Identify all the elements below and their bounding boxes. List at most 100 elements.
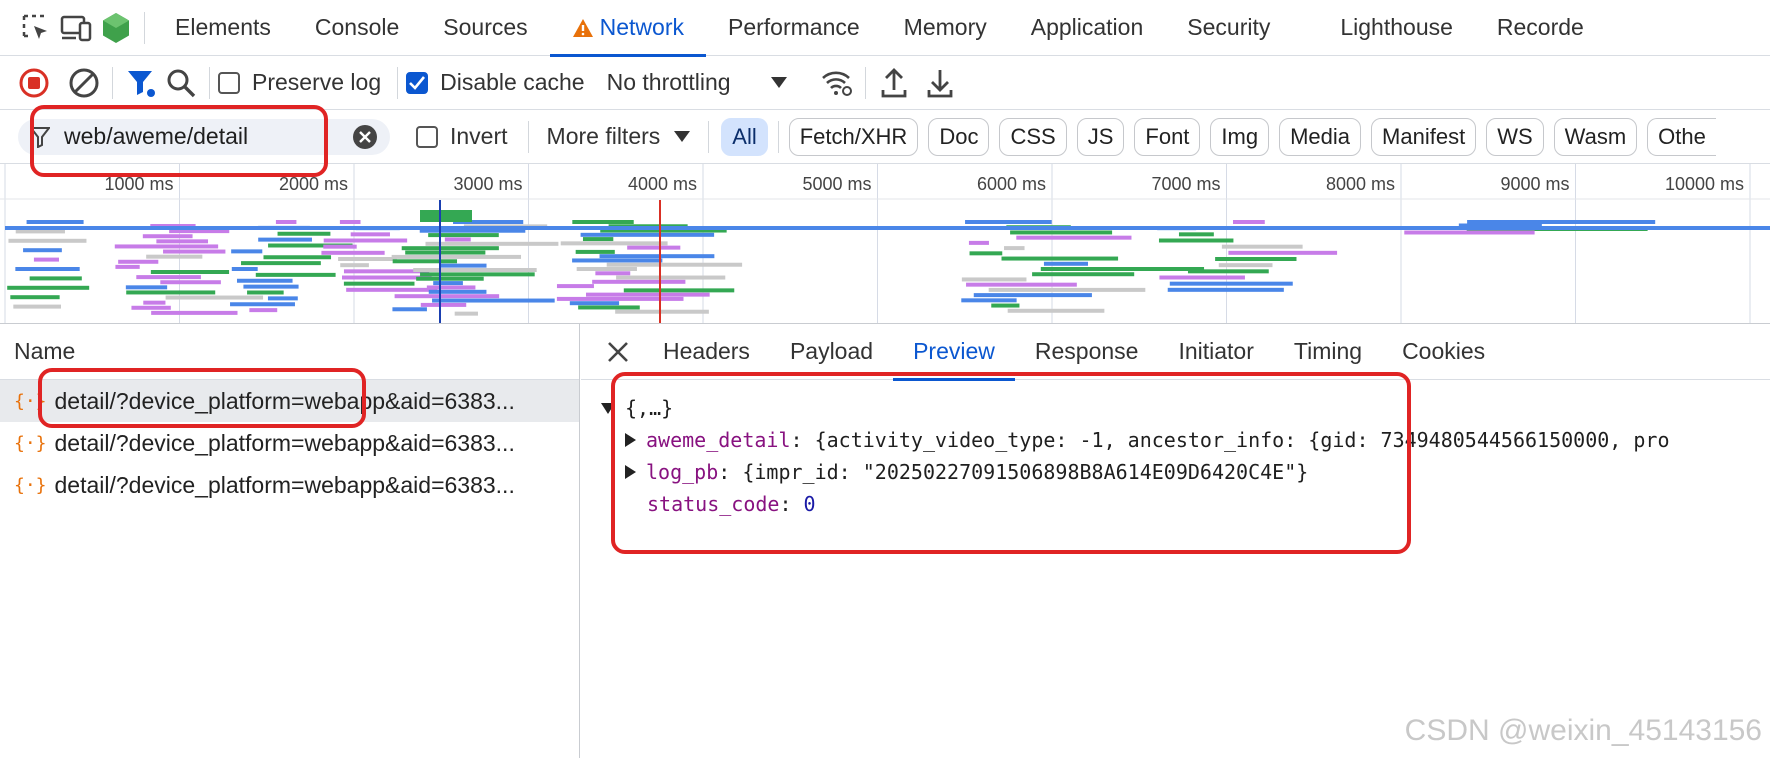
clear-filter-icon[interactable] [352,124,378,150]
filter-type-font[interactable]: Font [1134,117,1201,156]
tab-application[interactable]: Application [1009,0,1166,56]
filter-type-img[interactable]: Img [1210,117,1270,156]
network-conditions-icon[interactable] [817,63,857,103]
waterfall-bar [592,279,686,284]
vue-extension-icon[interactable] [96,8,136,48]
search-icon[interactable] [161,63,201,103]
waterfall-bar [556,296,684,301]
throttling-select[interactable]: No throttling [607,69,787,96]
tab-lighthouse[interactable]: Lighthouse [1318,0,1475,56]
filter-type-js[interactable]: JS [1076,117,1125,156]
expand-arrow-icon[interactable] [625,465,636,479]
waterfall-bar [420,272,535,277]
json-value: {activity_video_type: -1, ancestor_info:… [814,428,1670,452]
filter-input-box[interactable]: web/aweme/detail [18,118,390,155]
tab-payload[interactable]: Payload [770,324,893,380]
tab-preview[interactable]: Preview [893,324,1015,381]
divider [527,120,529,153]
tab-performance[interactable]: Performance [706,0,882,56]
export-har-icon[interactable] [920,63,960,103]
tab-response[interactable]: Response [1015,324,1159,380]
waterfall-bar [136,275,201,280]
filter-icon[interactable] [121,63,161,103]
json-property[interactable]: aweme_detail : {activity_video_type: -1,… [581,424,1770,456]
waterfall-bar [343,281,415,286]
close-icon[interactable] [607,341,629,363]
checkbox-label: Disable cache [440,69,585,95]
request-row[interactable]: {·} detail/?device_platform=webapp&aid=6… [0,464,579,506]
preserve-log-checkbox[interactable]: Preserve log [218,69,381,96]
request-name: detail/?device_platform=webapp&aid=6383.… [54,429,515,456]
waterfall-bar [23,248,62,253]
tab-sources[interactable]: Sources [421,0,549,56]
waterfall-bar [277,231,331,236]
inspect-element-icon[interactable] [16,8,56,48]
filter-type-doc[interactable]: Doc [928,117,990,156]
filter-type-fetch-xhr[interactable]: Fetch/XHR [788,117,919,156]
waterfall-bar [413,268,537,272]
filter-type-all[interactable]: All [721,117,768,156]
waterfall-bar [1221,244,1303,249]
waterfall-bar [394,294,500,299]
expand-arrow-icon[interactable] [625,433,636,447]
waterfall-bar [968,240,989,245]
waterfall-bar [263,255,332,260]
tab-security[interactable]: Security [1165,0,1292,56]
filter-type-ws[interactable]: WS [1486,117,1544,156]
request-row[interactable]: {·} detail/?device_platform=webapp&aid=6… [0,422,579,464]
json-colon: : [779,492,804,516]
json-property[interactable]: log_pb : {impr_id: "20250227091506898B8A… [581,456,1770,488]
import-har-icon[interactable] [874,63,914,103]
waterfall-bar [323,244,357,249]
waterfall-bar-long [5,226,1770,230]
filter-type-other[interactable]: Othe [1647,117,1716,156]
tab-label: Memory [903,14,987,40]
tab-headers[interactable]: Headers [643,324,770,380]
name-column-header[interactable]: Name [0,324,579,380]
network-overview-timeline[interactable]: 1000 ms 2000 ms 3000 ms 4000 ms 5000 ms 6000 … [0,164,1770,324]
waterfall-bar [961,298,1017,303]
clear-icon[interactable] [64,63,104,103]
tab-network[interactable]: Network [549,0,707,57]
stop-recording-icon[interactable] [14,63,54,103]
disable-cache-checkbox[interactable]: Disable cache [406,69,585,96]
filter-type-media[interactable]: Media [1279,117,1362,156]
filter-type-css[interactable]: CSS [999,117,1067,156]
waterfall-bar [146,254,203,259]
tab-memory[interactable]: Memory [882,0,1009,56]
waterfall-bar [973,293,1092,298]
waterfall-bar [247,290,284,295]
device-toolbar-icon[interactable] [56,8,96,48]
waterfall-bar [131,305,171,310]
tab-cookies[interactable]: Cookies [1382,324,1505,380]
filter-type-manifest[interactable]: Manifest [1371,117,1477,156]
filter-type-wasm[interactable]: Wasm [1553,117,1638,156]
invert-checkbox[interactable]: Invert [416,123,508,150]
tab-console[interactable]: Console [293,0,421,56]
waterfall-bar [580,232,715,237]
network-panel-body: Name {·} detail/?device_platform=webapp&… [0,324,1770,758]
tab-elements[interactable]: Elements [153,0,293,56]
request-detail-pane: Headers Payload Preview Response Initiat… [581,324,1770,758]
json-root[interactable]: {,…} [581,392,1770,424]
checkbox-box[interactable] [416,125,438,148]
tab-timing[interactable]: Timing [1274,324,1382,380]
more-filters-dropdown[interactable]: More filters [547,123,691,150]
filter-input[interactable]: web/aweme/detail [64,123,352,150]
request-name: detail/?device_platform=webapp&aid=6383.… [54,387,515,414]
request-row[interactable]: {·} detail/?device_platform=webapp&aid=6… [0,380,579,422]
waterfall-bar [560,241,668,246]
tab-initiator[interactable]: Initiator [1158,324,1273,380]
waterfall-bar [965,220,1052,224]
collapse-arrow-icon[interactable] [601,402,615,414]
waterfall-bar [578,305,640,310]
checkmark-icon[interactable] [406,71,429,94]
waterfall-bar [236,278,293,283]
waterfall-bar [115,264,140,269]
waterfall-bar [151,310,238,315]
network-toolbar: Preserve log Disable cache No throttling [0,56,1770,110]
checkbox-box[interactable] [218,71,240,94]
waterfall-bar [425,241,559,246]
waterfall-bar [416,276,484,281]
tab-recorder[interactable]: Recorde [1475,0,1606,56]
